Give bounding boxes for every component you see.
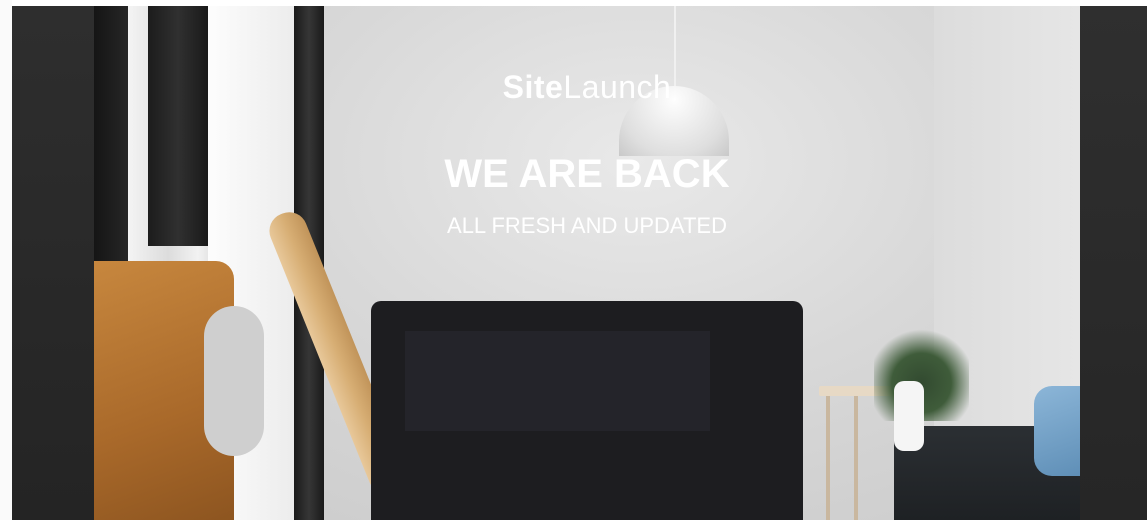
video-frame: SiteLaunch WE ARE BACK ALL FRESH AND UPD… — [0, 0, 1147, 520]
side-table-leg — [826, 396, 830, 520]
hero-subline: ALL FRESH AND UPDATED — [447, 213, 727, 238]
left-edge-strip — [0, 0, 12, 520]
laptop-screen — [405, 331, 710, 431]
logo-part-light: Launch — [563, 69, 672, 105]
right-pillarbox — [1080, 6, 1147, 520]
laptop — [371, 301, 803, 520]
logo-part-bold: Site — [502, 69, 564, 105]
pillow — [894, 381, 924, 451]
chair-cutout — [204, 306, 264, 456]
curtain-dark — [94, 6, 128, 296]
hero-headline: WE ARE BACK — [444, 152, 730, 196]
left-pillarbox — [12, 6, 94, 520]
pillow — [1034, 386, 1080, 476]
curtain-dark — [148, 6, 208, 246]
hero-image: SiteLaunch WE ARE BACK ALL FRESH AND UPD… — [94, 6, 1080, 520]
side-table-leg — [854, 396, 858, 520]
site-logo: SiteLaunch — [94, 69, 1080, 106]
